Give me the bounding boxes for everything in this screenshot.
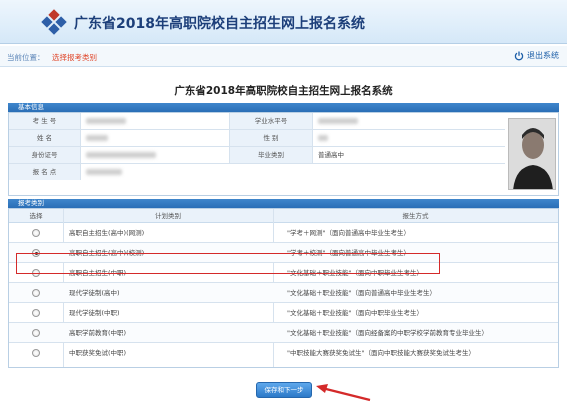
id-no-value [81, 147, 229, 163]
page-title: 广东省2018年高职院校自主招生网上报名系统 [174, 85, 393, 97]
method-cell: "文化基础＋职业技能"（面向普通高中毕业生考生） [287, 289, 436, 297]
radio-button[interactable] [32, 329, 40, 337]
radio-button[interactable] [32, 289, 40, 297]
table-row[interactable]: 高职自主招生(高中)(网测) "学考＋网测"（面向普通高中毕业生考生） [9, 223, 558, 243]
table-row[interactable]: 现代学徒制(高中) "文化基础＋职业技能"（面向普通高中毕业生考生） [9, 283, 558, 303]
site-label: 报 名 点 [9, 164, 81, 180]
category-table: 选择 计划类别 报生方式 高职自主招生(高中)(网测) "学考＋网测"（面向普通… [8, 208, 559, 368]
level-no-label: 学业水平号 [229, 113, 313, 129]
method-cell: "文化基础＋职业技能"（面向中职毕业生考生） [287, 309, 423, 317]
col-method: 报生方式 [402, 212, 429, 220]
table-row[interactable]: 现代学徒制(中职) "文化基础＋职业技能"（面向中职毕业生考生） [9, 303, 558, 323]
diamond-logo-icon [41, 9, 67, 35]
plan-cell: 现代学徒制(高中) [69, 289, 120, 297]
red-arrow-icon [316, 384, 371, 402]
grad-type-value: 普通高中 [318, 151, 344, 159]
id-no-label: 身份证号 [9, 147, 81, 163]
power-icon [514, 51, 524, 60]
plan-cell: 中职获奖免试(中职) [69, 349, 127, 357]
grad-type-label: 毕业类别 [229, 147, 313, 163]
info-row: 报 名 点 [9, 164, 505, 181]
col-plan: 计划类别 [155, 212, 181, 220]
radio-button[interactable] [32, 349, 40, 357]
category-title: 报考类别 [18, 199, 44, 207]
top-banner: 广东省2018年高职院校自主招生网上报名系统 [0, 0, 567, 44]
breadcrumb-current: 选择报考类别 [52, 53, 97, 62]
table-row[interactable]: 中职获奖免试(中职) "中职技能大赛获奖免试生"（面向中职技能大赛获奖免试生考生… [9, 343, 558, 363]
exam-no-value [81, 113, 229, 129]
basic-info-title: 基本信息 [18, 103, 44, 111]
method-cell: "中职技能大赛获奖免试生"（面向中职技能大赛获奖免试生考生） [287, 349, 475, 357]
basic-info-panel: 考 生 号 学业水平号 姓 名 性 别 身份证号 毕业类别 普通高中 报 名 点 [8, 112, 559, 196]
logout-label: 退出系统 [527, 51, 559, 60]
basic-info-header: 基本信息 [8, 103, 559, 112]
category-header: 报考类别 [8, 199, 559, 208]
plan-cell: 高职自主招生(高中)(网测) [69, 229, 145, 237]
breadcrumb: 当前位置： 选择报考类别 退出系统 [0, 46, 567, 67]
save-next-button[interactable]: 保存和下一步 [256, 382, 312, 398]
radio-button[interactable] [32, 229, 40, 237]
info-row: 姓 名 性 别 [9, 130, 505, 147]
breadcrumb-label: 当前位置： [7, 53, 45, 62]
plan-cell: 高职学前教育(中职) [69, 329, 127, 337]
system-title: 广东省2018年高职院校自主招生网上报名系统 [74, 16, 365, 32]
plan-cell: 现代学徒制(中职) [69, 309, 120, 317]
table-row[interactable]: 高职学前教育(中职) "文化基础＋职业技能"（面向经备案的中职学校学前教育专业毕… [9, 323, 558, 343]
table-header: 选择 计划类别 报生方式 [9, 209, 558, 223]
gender-label: 性 别 [229, 130, 313, 146]
radio-button[interactable] [32, 309, 40, 317]
avatar-icon [509, 119, 555, 189]
logout-button[interactable]: 退出系统 [514, 50, 559, 61]
name-label: 姓 名 [9, 130, 81, 146]
exam-no-label: 考 生 号 [9, 113, 81, 129]
col-select: 选择 [29, 212, 43, 220]
method-cell: "文化基础＋职业技能"（面向经备案的中职学校学前教育专业毕业生） [287, 329, 488, 337]
info-row: 考 生 号 学业水平号 [9, 113, 505, 130]
site-value [81, 164, 229, 180]
level-no-value [313, 113, 503, 129]
name-value [81, 130, 229, 146]
info-row: 身份证号 毕业类别 普通高中 [9, 147, 505, 164]
selection-highlight [16, 253, 440, 274]
student-photo [508, 118, 556, 190]
gender-value [313, 130, 503, 146]
method-cell: "学考＋网测"（面向普通高中毕业生考生） [287, 229, 410, 237]
